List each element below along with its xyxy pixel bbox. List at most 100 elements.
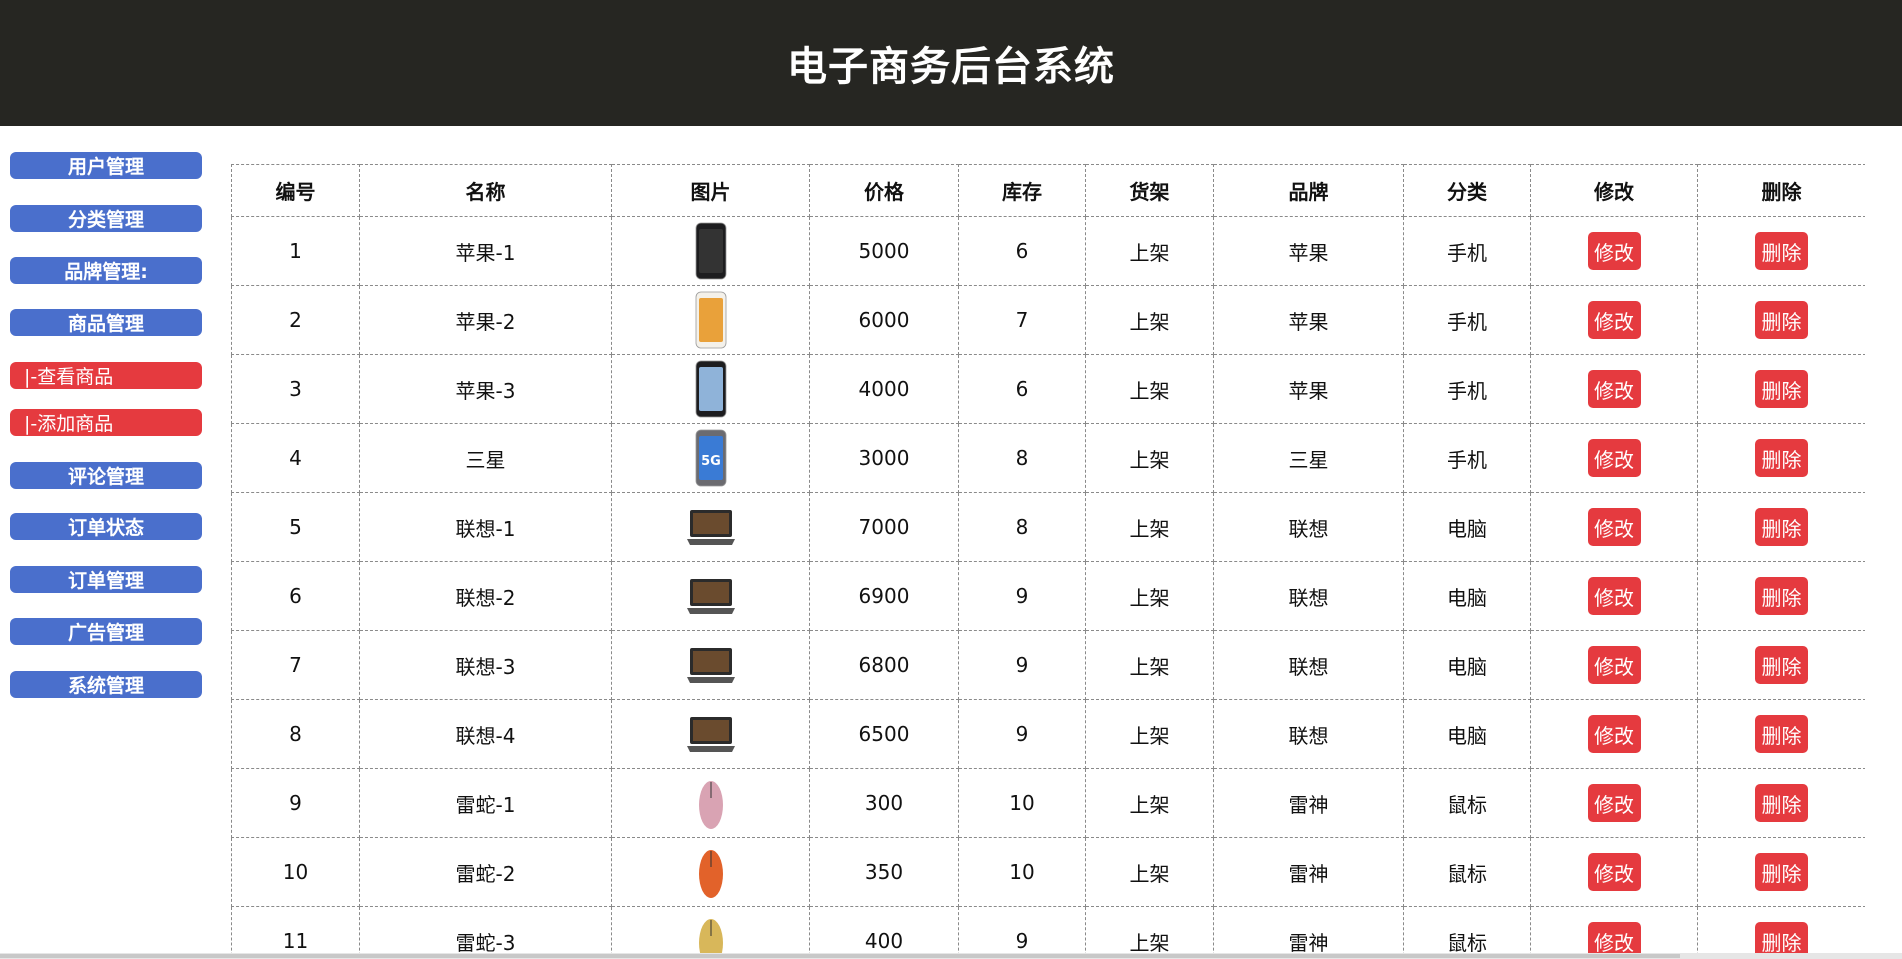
column-header-4: 价格: [809, 164, 959, 217]
delete-button[interactable]: 删除: [1755, 715, 1808, 753]
cell-price: 6900: [809, 561, 959, 631]
cell-category: 鼠标: [1403, 906, 1531, 953]
edit-button[interactable]: 修改: [1587, 922, 1641, 953]
delete-button[interactable]: 删除: [1755, 232, 1808, 270]
delete-button[interactable]: 删除: [1755, 646, 1808, 684]
table-row: 10 雷蛇-2 350 10 上架 雷神 鼠标 修改 删除: [231, 837, 1865, 907]
delete-button[interactable]: 删除: [1755, 370, 1808, 408]
cell-price: 7000: [809, 492, 959, 562]
delete-button[interactable]: 删除: [1755, 922, 1808, 953]
mouse-orange-icon: [698, 850, 723, 898]
cell-name: 联想-2: [359, 561, 612, 631]
delete-button[interactable]: 删除: [1755, 784, 1808, 822]
cell-id: 5: [231, 492, 360, 562]
cell-name: 苹果-2: [359, 285, 612, 355]
iphone-x-icon: [695, 360, 726, 418]
cell-category: 手机: [1403, 285, 1531, 355]
cell-shelf: 上架: [1085, 285, 1214, 355]
cell-stock: 9: [958, 699, 1086, 769]
cell-price: 3000: [809, 423, 959, 493]
delete-button[interactable]: 删除: [1755, 577, 1808, 615]
sidebar-item-10[interactable]: 广告管理: [10, 618, 202, 645]
cell-stock: 6: [958, 216, 1086, 286]
cell-edit: 修改: [1530, 630, 1698, 700]
cell-name: 雷蛇-2: [359, 837, 612, 907]
sidebar-item-11[interactable]: 系统管理: [10, 671, 202, 698]
cell-shelf: 上架: [1085, 768, 1214, 838]
horizontal-scrollbar-thumb[interactable]: [0, 954, 1680, 958]
product-image-cell: [611, 699, 810, 769]
edit-button[interactable]: 修改: [1587, 508, 1641, 546]
sidebar-item-9[interactable]: 订单管理: [10, 566, 202, 593]
cell-id: 3: [231, 354, 360, 424]
edit-button[interactable]: 修改: [1587, 232, 1641, 270]
edit-button[interactable]: 修改: [1587, 853, 1641, 891]
cell-stock: 9: [958, 561, 1086, 631]
cell-name: 雷蛇-1: [359, 768, 612, 838]
cell-name: 雷蛇-3: [359, 906, 612, 953]
cell-category: 手机: [1403, 216, 1531, 286]
table-row: 5 联想-1 7000 8 上架 联想 电脑 修改 删除: [231, 492, 1865, 562]
edit-button[interactable]: 修改: [1587, 784, 1641, 822]
sidebar-item-3[interactable]: 品牌管理:: [10, 257, 202, 284]
column-header-10: 删除: [1697, 164, 1865, 217]
header-bar: 电子商务后台系统: [0, 0, 1902, 126]
laptop-icon: [686, 510, 735, 545]
edit-button[interactable]: 修改: [1587, 439, 1641, 477]
table-row: 8 联想-4 6500 9 上架 联想 电脑 修改 删除: [231, 699, 1865, 769]
cell-id: 4: [231, 423, 360, 493]
cell-name: 苹果-3: [359, 354, 612, 424]
sidebar-item-5[interactable]: |-查看商品: [10, 362, 202, 389]
product-image-cell: [611, 630, 810, 700]
edit-button[interactable]: 修改: [1587, 301, 1641, 339]
table-row: 4 三星 5G 3000 8 上架 三星 手机 修改 删除: [231, 423, 1865, 493]
cell-shelf: 上架: [1085, 906, 1214, 953]
table-row: 11 雷蛇-3 400 9 上架 雷神 鼠标 修改 删除: [231, 906, 1865, 953]
sidebar-item-4[interactable]: 商品管理: [10, 309, 202, 336]
product-image-cell: [611, 354, 810, 424]
cell-delete: 删除: [1697, 768, 1865, 838]
cell-edit: 修改: [1530, 354, 1698, 424]
edit-button[interactable]: 修改: [1587, 370, 1641, 408]
cell-delete: 删除: [1697, 699, 1865, 769]
cell-edit: 修改: [1530, 906, 1698, 953]
sidebar-item-1[interactable]: 用户管理: [10, 152, 202, 179]
cell-brand: 雷神: [1213, 768, 1404, 838]
delete-button[interactable]: 删除: [1755, 508, 1808, 546]
cell-delete: 删除: [1697, 354, 1865, 424]
cell-price: 4000: [809, 354, 959, 424]
cell-brand: 联想: [1213, 561, 1404, 631]
cell-shelf: 上架: [1085, 561, 1214, 631]
sidebar-item-7[interactable]: 评论管理: [10, 462, 202, 489]
cell-stock: 9: [958, 906, 1086, 953]
delete-button[interactable]: 删除: [1755, 853, 1808, 891]
delete-button[interactable]: 删除: [1755, 439, 1808, 477]
cell-id: 9: [231, 768, 360, 838]
sidebar-item-8[interactable]: 订单状态: [10, 513, 202, 540]
product-image-cell: [611, 285, 810, 355]
cell-shelf: 上架: [1085, 354, 1214, 424]
sidebar-item-2[interactable]: 分类管理: [10, 205, 202, 232]
column-header-2: 名称: [359, 164, 612, 217]
delete-button[interactable]: 删除: [1755, 301, 1808, 339]
edit-button[interactable]: 修改: [1587, 715, 1641, 753]
cell-delete: 删除: [1697, 216, 1865, 286]
cell-category: 手机: [1403, 423, 1531, 493]
cell-stock: 8: [958, 423, 1086, 493]
laptop-icon: [686, 717, 735, 752]
cell-id: 11: [231, 906, 360, 953]
sidebar-item-6[interactable]: |-添加商品: [10, 409, 202, 436]
cell-price: 6000: [809, 285, 959, 355]
column-header-8: 分类: [1403, 164, 1531, 217]
cell-brand: 三星: [1213, 423, 1404, 493]
cell-delete: 删除: [1697, 561, 1865, 631]
product-image-cell: [611, 837, 810, 907]
product-image-cell: [611, 906, 810, 953]
edit-button[interactable]: 修改: [1587, 646, 1641, 684]
column-header-1: 编号: [231, 164, 360, 217]
cell-id: 2: [231, 285, 360, 355]
laptop-icon: [686, 579, 735, 614]
cell-id: 10: [231, 837, 360, 907]
cell-delete: 删除: [1697, 837, 1865, 907]
edit-button[interactable]: 修改: [1587, 577, 1641, 615]
